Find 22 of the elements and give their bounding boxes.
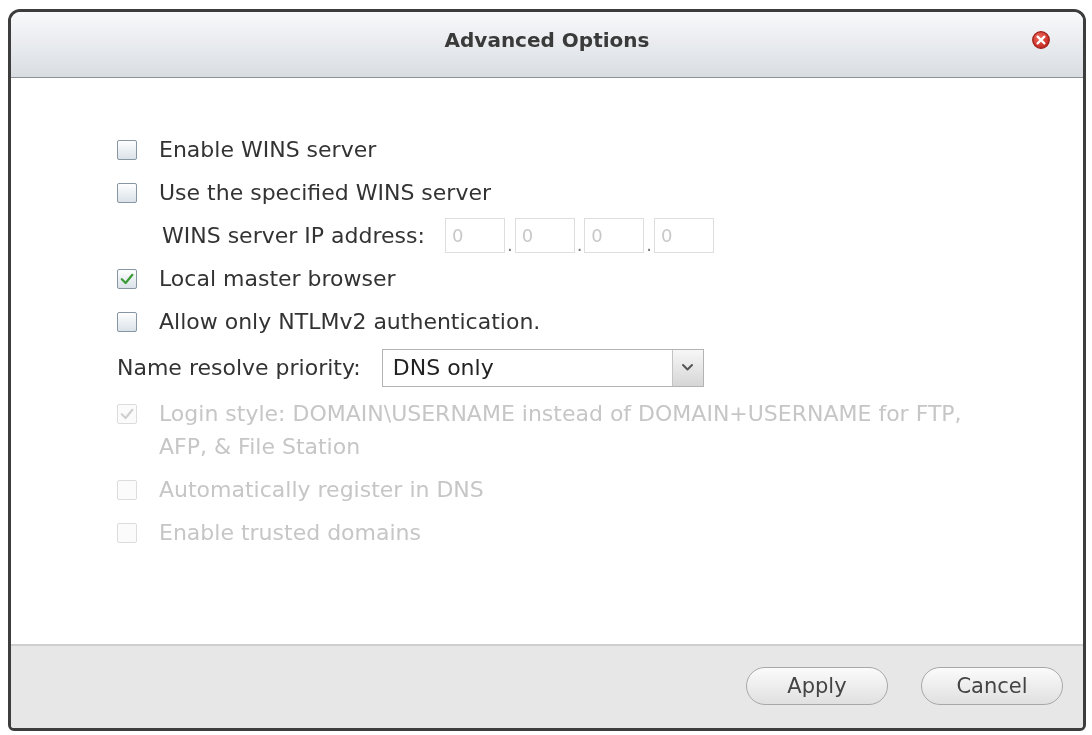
dot-separator: . — [575, 233, 584, 257]
dialog-button[interactable]: Cancel — [921, 667, 1063, 705]
close-icon[interactable] — [1032, 30, 1050, 49]
option-label: Enable trusted domains — [159, 519, 421, 547]
option-label: Use the specified WINS server — [159, 179, 491, 207]
option-label: Local master browser — [159, 265, 396, 293]
option-label: Enable WINS server — [159, 136, 377, 164]
checkbox[interactable] — [117, 183, 137, 203]
window-title: Advanced Options — [444, 27, 650, 52]
option-label: Automatically register in DNS — [159, 476, 484, 504]
dot-separator: . — [505, 233, 514, 257]
option-label: Allow only NTLMv2 authentication. — [159, 308, 541, 336]
dialog-button[interactable]: Apply — [746, 667, 888, 705]
field-label: WINS server IP address: — [162, 223, 425, 248]
checkbox[interactable] — [117, 312, 137, 332]
dropdown[interactable]: DNS only — [381, 348, 704, 387]
field-label: Name resolve priority: — [117, 355, 361, 380]
checkbox[interactable] — [117, 269, 137, 289]
chevron-down-icon[interactable] — [671, 349, 703, 386]
option-label: Login style: DOMAIN\USERNAME instead of DOMAIN+USERNAME for FTP, AFP, & File Station — [159, 400, 963, 461]
checkbox[interactable] — [117, 140, 137, 160]
dot-separator: . — [645, 233, 654, 257]
